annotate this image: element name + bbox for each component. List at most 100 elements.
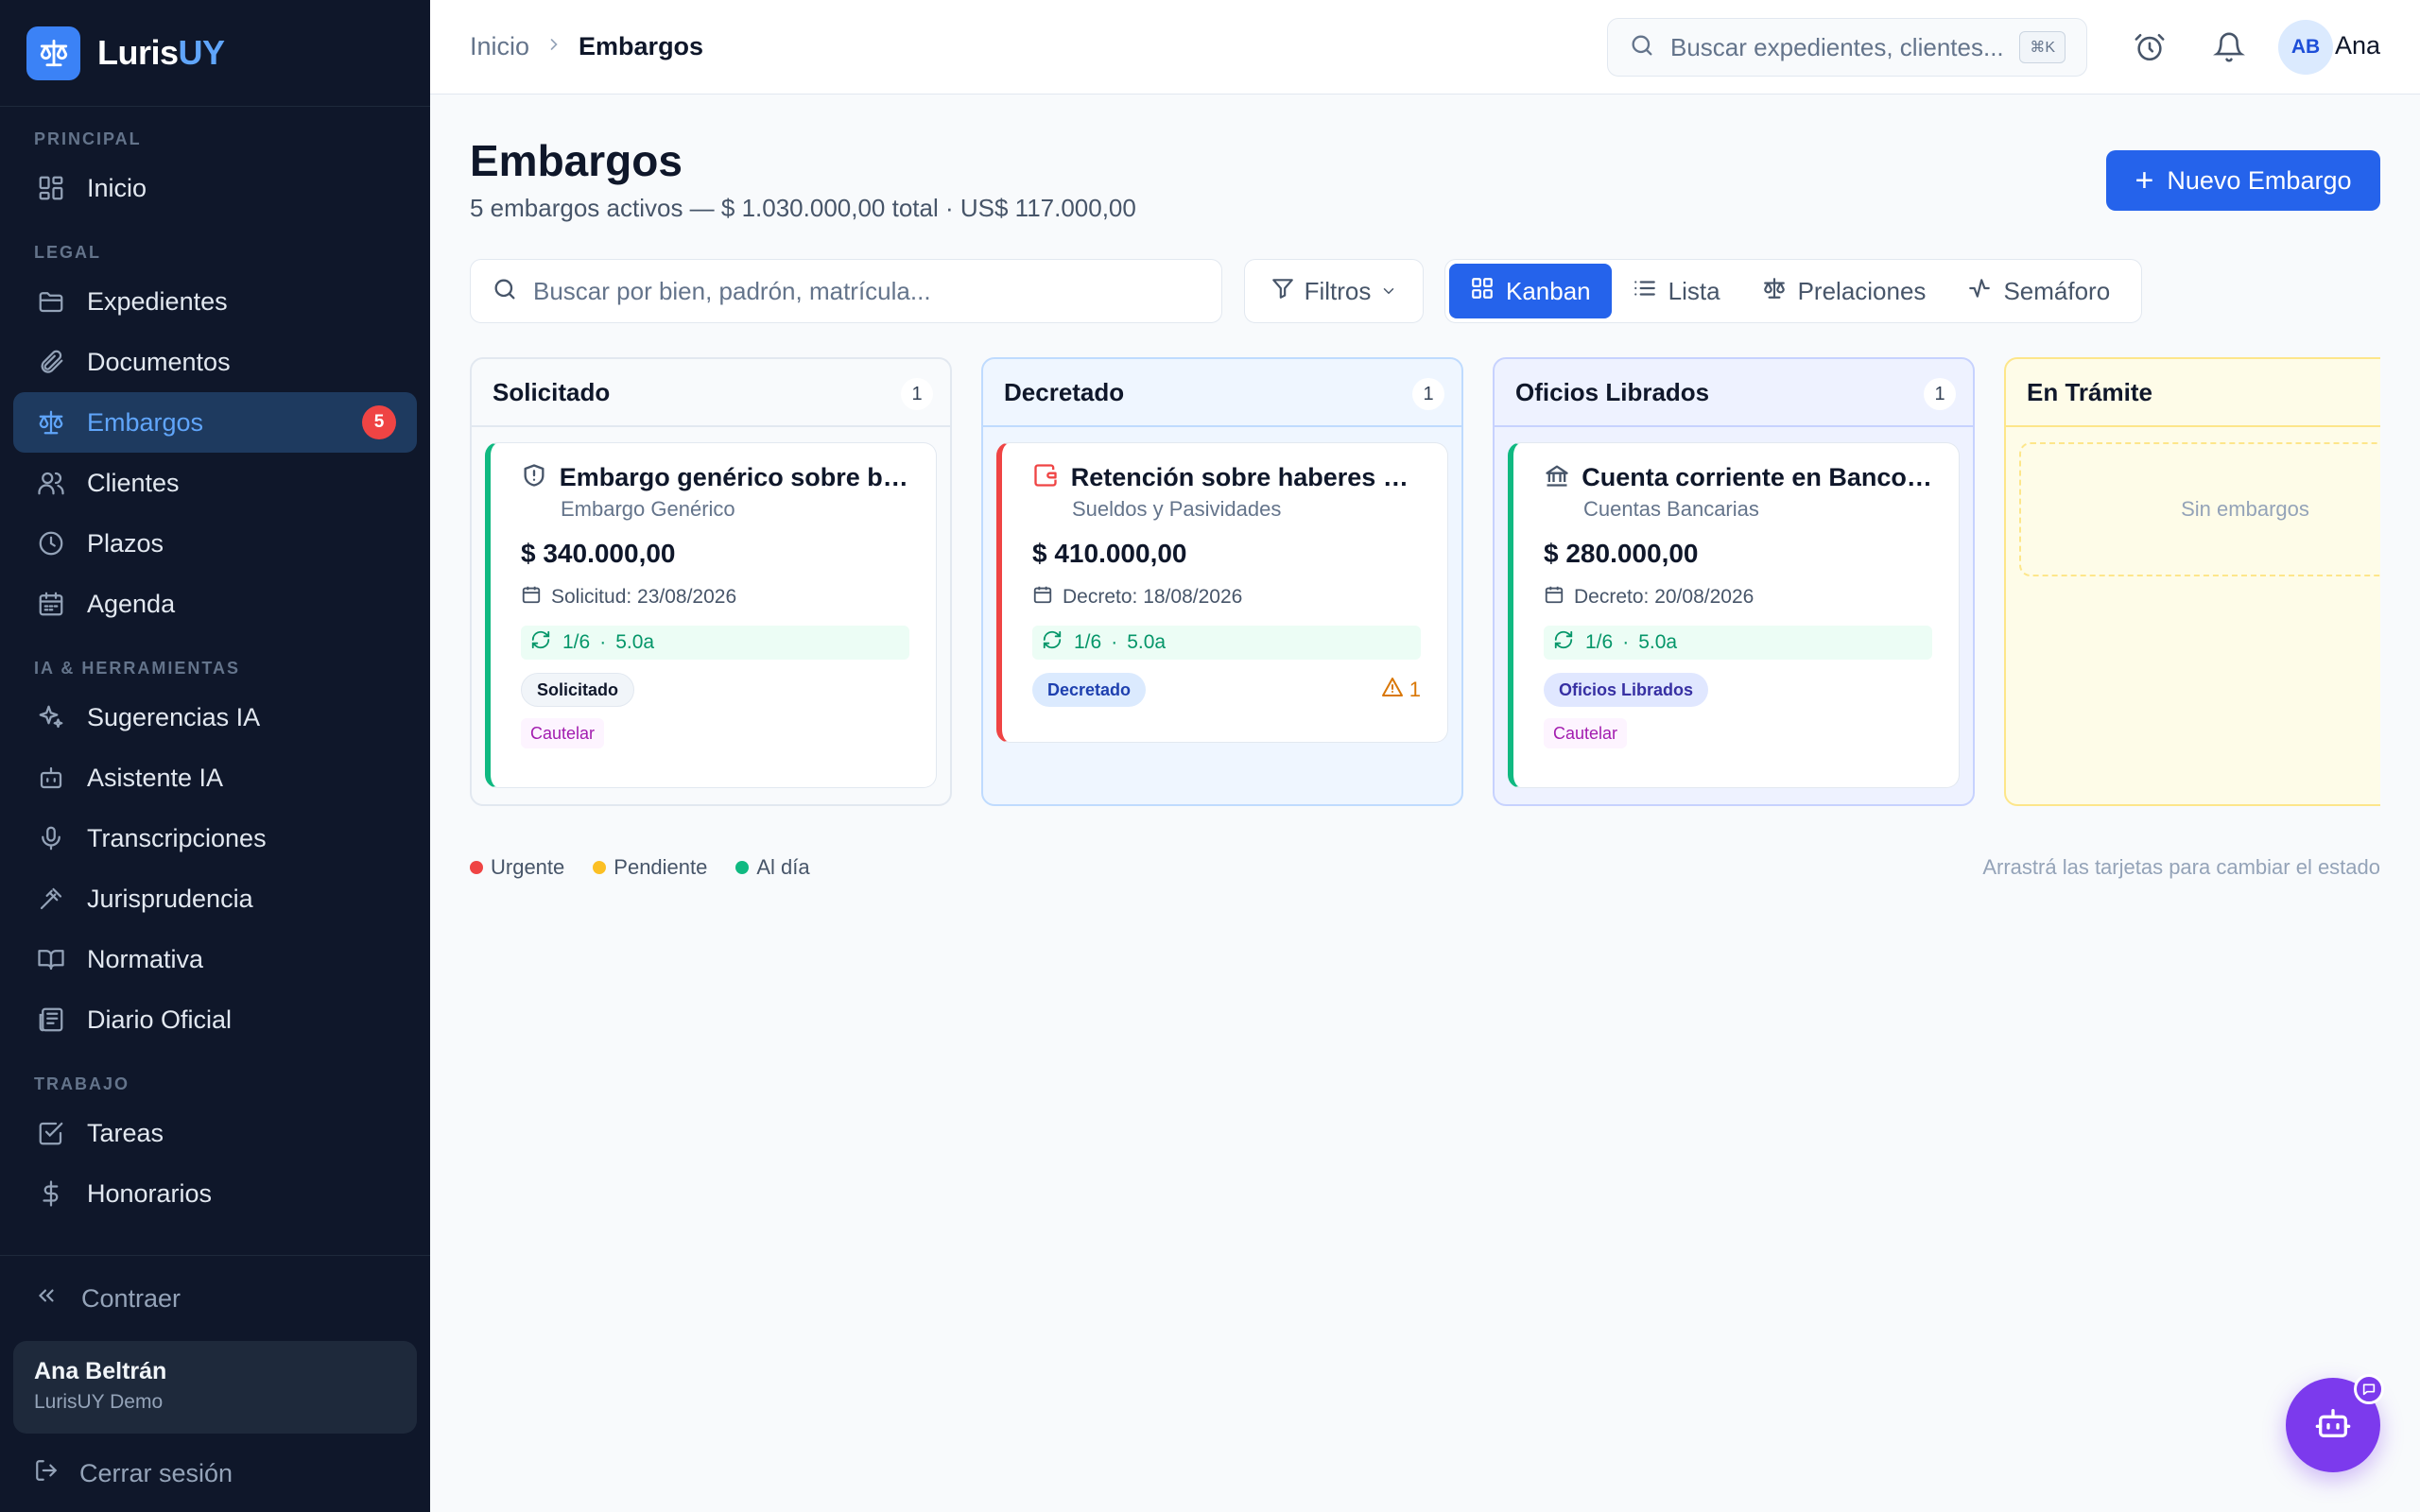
scale-logo-icon (26, 26, 80, 80)
column-title: Oficios Librados (1515, 377, 1710, 406)
logout-button[interactable]: Cerrar sesión (0, 1435, 430, 1511)
plus-icon: + (2135, 162, 2154, 198)
breadcrumb-inicio[interactable]: Inicio (470, 32, 529, 61)
sidebar-item-documentos[interactable]: Documentos (13, 332, 417, 392)
sidebar-item-expedientes[interactable]: Expedientes (13, 271, 417, 332)
chat-bubble-icon (2354, 1374, 2384, 1404)
scale-icon (34, 405, 68, 439)
sidebar-footer: Contraer Ana Beltrán LurisUY Demo Cerrar… (0, 1255, 430, 1512)
ai-assistant-fab[interactable] (2286, 1374, 2384, 1472)
sidebar-item-diario-oficial[interactable]: Diario Oficial (13, 989, 417, 1050)
card-progress-value: 1/6 (562, 631, 591, 653)
avatar[interactable]: AB (2278, 20, 2333, 75)
sidebar-item-embargos[interactable]: Embargos 5 (13, 392, 417, 453)
page-title: Embargos (470, 136, 683, 185)
sidebar-item-label: Honorarios (87, 1178, 213, 1208)
kanban-column-oficios-librados: Oficios Librados 1 Cuenta corriente en B… (1493, 357, 1975, 806)
view-tab-label: Semáforo (2003, 276, 2111, 305)
bell-icon[interactable] (2206, 25, 2252, 70)
sidebar-item-normativa[interactable]: Normativa (13, 929, 417, 989)
status-badge: Decretado (1032, 673, 1147, 707)
status-badge: Oficios Librados (1544, 673, 1709, 707)
sidebar-item-label: Plazos (87, 528, 164, 558)
legend-label: Urgente (491, 855, 565, 879)
sidebar-item-jurisprudencia[interactable]: Jurisprudencia (13, 868, 417, 929)
view-tab-lista[interactable]: Lista (1612, 264, 1741, 318)
activity-icon (1967, 276, 1992, 307)
sidebar-item-asistente[interactable]: Asistente IA (13, 747, 417, 808)
global-search-input[interactable]: Buscar expedientes, clientes... ⌘K (1607, 18, 2087, 77)
topbar: Inicio Embargos Buscar expedientes, clie… (430, 0, 2420, 94)
sidebar-item-plazos[interactable]: Plazos (13, 513, 417, 574)
progress-separator: · (599, 631, 607, 653)
sidebar-item-honorarios[interactable]: Honorarios (13, 1163, 417, 1224)
sidebar-item-agenda[interactable]: Agenda (13, 574, 417, 634)
warning-indicator[interactable]: 1 (1381, 676, 1421, 704)
sidebar-item-tareas[interactable]: Tareas (13, 1103, 417, 1163)
section-label-ia: IA & HERRAMIENTAS (34, 658, 240, 678)
card-amount: $ 410.000,00 (1032, 539, 1187, 568)
embargo-card[interactable]: Embargo genérico sobre bie... Embargo Ge… (485, 442, 937, 788)
users-icon (34, 466, 68, 500)
new-embargo-label: Nuevo Embargo (2167, 165, 2352, 195)
new-embargo-button[interactable]: + Nuevo Embargo (2106, 150, 2380, 211)
grid-icon (1470, 276, 1495, 307)
clock-icon (34, 526, 68, 560)
sidebar-item-label: Inicio (87, 173, 147, 202)
card-years: 5.0a (1127, 631, 1167, 653)
sidebar-item-clientes[interactable]: Clientes (13, 453, 417, 513)
wallet-icon (1032, 462, 1060, 493)
column-count: 1 (901, 378, 933, 410)
status-legend: Urgente Pendiente Al día (470, 855, 838, 880)
sidebar-item-label: Jurisprudencia (87, 884, 253, 913)
column-header: Decretado 1 (983, 359, 1461, 427)
sidebar-item-label: Embargos (87, 407, 204, 437)
chevrons-left-icon (34, 1283, 60, 1314)
top-user-name[interactable]: Ana (2335, 31, 2380, 60)
collapse-sidebar-button[interactable]: Contraer (0, 1256, 430, 1341)
column-header: Solicitado 1 (472, 359, 950, 427)
sidebar-item-label: Clientes (87, 468, 180, 497)
calendar-icon (521, 584, 542, 610)
embargo-card[interactable]: Cuenta corriente en Banco C... Cuentas B… (1508, 442, 1960, 788)
filters-button[interactable]: Filtros (1244, 259, 1424, 323)
embargo-card[interactable]: Retención sobre haberes — ... Sueldos y … (996, 442, 1448, 743)
sidebar-item-transcripciones[interactable]: Transcripciones (13, 808, 417, 868)
shield-icon (521, 462, 548, 493)
chevron-down-icon (1380, 277, 1397, 306)
calendar-icon (34, 587, 68, 621)
embargo-search-input[interactable]: Buscar por bien, padrón, matrícula... (470, 259, 1222, 323)
legend-al-dia: Al día (735, 855, 810, 880)
card-date-text: Decreto: 18/08/2026 (1063, 586, 1243, 608)
progress-separator: · (1622, 631, 1630, 653)
view-tab-semaforo[interactable]: Semáforo (1946, 264, 2131, 318)
view-tab-kanban[interactable]: Kanban (1449, 264, 1612, 318)
sidebar-item-sugerencias[interactable]: Sugerencias IA (13, 687, 417, 747)
card-progress: 1/6 · 5.0a (1544, 626, 1932, 660)
sidebar-item-label: Expedientes (87, 286, 228, 316)
embargos-count-badge: 5 (362, 405, 396, 439)
sidebar-item-label: Sugerencias IA (87, 702, 261, 731)
sidebar-item-inicio[interactable]: Inicio (13, 158, 417, 218)
yellow-dot-icon (593, 861, 607, 874)
view-tab-label: Prelaciones (1797, 276, 1927, 305)
view-tab-prelaciones[interactable]: Prelaciones (1741, 264, 1947, 318)
card-date: Solicitud: 23/08/2026 (521, 584, 909, 610)
section-label-legal: LEGAL (34, 242, 101, 262)
gavel-icon (34, 882, 68, 916)
brand[interactable]: LurisUY (0, 0, 430, 107)
sidebar-item-label: Asistente IA (87, 763, 224, 792)
card-progress: 1/6 · 5.0a (521, 626, 909, 660)
calendar-icon (1032, 584, 1053, 610)
card-date-text: Solicitud: 23/08/2026 (551, 586, 737, 608)
progress-separator: · (1111, 631, 1118, 653)
user-card[interactable]: Ana Beltrán LurisUY Demo (13, 1341, 417, 1434)
alarm-clock-icon[interactable] (2127, 25, 2172, 70)
embargo-search-placeholder: Buscar por bien, padrón, matrícula... (533, 276, 931, 305)
section-label-principal: PRINCIPAL (34, 129, 142, 148)
cautelar-tag: Cautelar (1544, 718, 1628, 748)
refresh-icon (530, 629, 551, 656)
refresh-icon (1553, 629, 1574, 656)
logout-label: Cerrar sesión (79, 1458, 233, 1487)
calendar-icon (1544, 584, 1564, 610)
